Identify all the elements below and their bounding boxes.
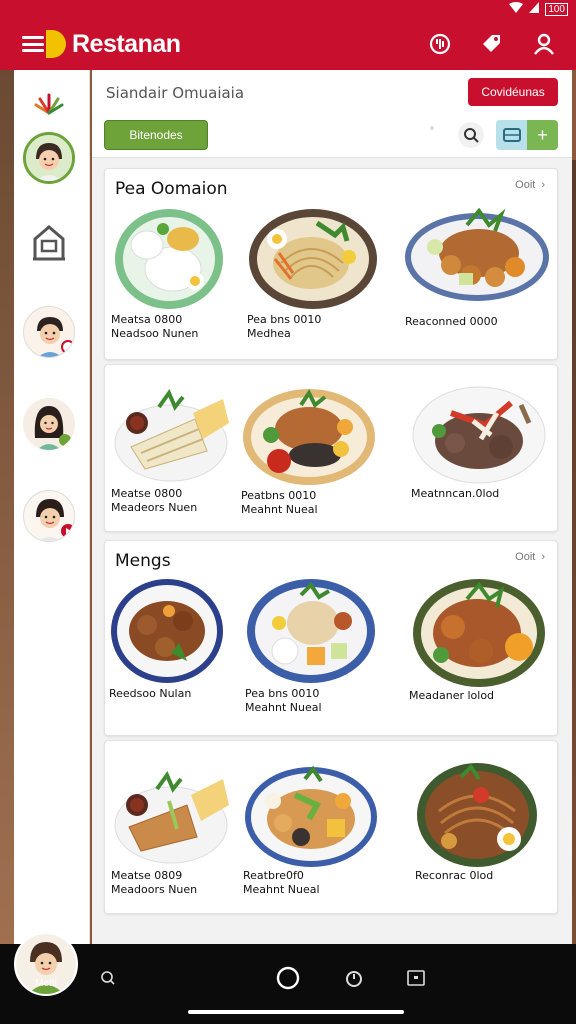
dish-subtitle: Meadeors Nuen xyxy=(111,501,198,514)
dish-name: Pea bns 0010 xyxy=(247,313,322,326)
home-indicator xyxy=(188,1010,404,1014)
avatar xyxy=(23,398,75,450)
beef-plate-image xyxy=(111,579,223,683)
battery-indicator: 100 xyxy=(545,2,568,16)
sidebar-avatar-girl[interactable] xyxy=(21,396,77,452)
see-more-label: Ooit xyxy=(515,179,536,191)
main-content: Siandair Omuaiaia Covidéunas Bitenodes °… xyxy=(92,70,572,944)
appbar-actions xyxy=(426,30,558,58)
section-card: Mengs Ooit › Reedsoo Nulan Pea bns 0010 … xyxy=(104,540,558,736)
section-title: Mengs xyxy=(115,551,171,571)
view-toggle[interactable]: + xyxy=(496,120,558,150)
app-title: Restanan xyxy=(72,29,181,58)
dish-item[interactable]: Peatbns 0010 Meahnt Nueal xyxy=(241,383,381,517)
dish-item[interactable]: Reconrac 0lod xyxy=(415,761,555,883)
add-icon[interactable]: + xyxy=(527,120,558,150)
chicken-plate-image xyxy=(405,207,549,301)
profile-avatar[interactable]: Metti xyxy=(14,932,78,996)
dish-subtitle: Meadoors Nuen xyxy=(111,883,198,896)
dish-item[interactable]: Meadaner lolod xyxy=(409,577,555,703)
dish-item[interactable]: Meatse 0809 Meadoors Nuen xyxy=(111,761,251,897)
bottom-navigation: Metti xyxy=(0,932,576,1024)
stirfry-plate-image xyxy=(412,386,546,484)
meat-plate-image xyxy=(243,389,375,485)
dish-subtitle: Meahnt Nueal xyxy=(243,883,320,896)
dish-item[interactable]: Pea bns 0010 Medhea xyxy=(247,205,387,341)
dish-subtitle: Meahnt Nueal xyxy=(241,503,318,516)
dish-name: Pea bns 0010 xyxy=(245,687,320,700)
brand-logo-icon xyxy=(46,30,66,58)
breadcrumb: Siandair Omuaiaia xyxy=(106,84,245,102)
chevron-right-icon: › xyxy=(541,551,545,563)
store-icon[interactable] xyxy=(21,214,77,270)
see-more-link[interactable]: Ooit › xyxy=(515,551,545,563)
noodle-plate-image xyxy=(249,209,377,309)
wrap-plate-image xyxy=(114,388,229,482)
dish-name: Meatse 0800 xyxy=(111,487,183,500)
dish-item[interactable]: Reatbre0f0 Meahnt Nueal xyxy=(243,761,383,897)
flower-logo-icon[interactable] xyxy=(21,76,77,132)
chevron-right-icon: › xyxy=(541,179,545,191)
sidebar-avatar-woman[interactable] xyxy=(21,130,77,186)
section-card: Meatse 0809 Meadoors Nuen Reatbre0f0 Mea… xyxy=(104,740,558,914)
dish-subtitle: Neadsoo Nunen xyxy=(111,327,199,340)
user-icon[interactable] xyxy=(530,30,558,58)
curry-plate-image xyxy=(413,579,545,687)
dish-item[interactable]: Pea bns 0010 Meahnt Nueal xyxy=(245,577,385,715)
rice-bowl-image xyxy=(247,579,375,683)
section-card: Meatse 0800 Meadeors Nuen Peatbns 0010 M… xyxy=(104,364,558,532)
avatar xyxy=(23,132,75,184)
rice-plate-image xyxy=(115,209,223,309)
search-icon[interactable] xyxy=(94,964,122,992)
dish-name: Reatbre0f0 xyxy=(243,869,304,882)
toolbar: Siandair Omuaiaia Covidéunas Bitenodes °… xyxy=(92,70,572,158)
dish-item[interactable]: Meatsa 0800 Neadsoo Nunen xyxy=(111,205,251,341)
mixed-plate-image xyxy=(245,765,377,867)
tablet-icon[interactable] xyxy=(402,964,430,992)
section-title: Pea Oomaion xyxy=(115,179,228,199)
dish-name: Reconrac 0lod xyxy=(415,869,494,882)
timer-icon[interactable] xyxy=(340,964,368,992)
wrap-plate-image xyxy=(114,770,229,864)
see-more-label: Ooit xyxy=(515,551,536,563)
dish-name: Meatnncan.0lod xyxy=(411,487,500,500)
signal-icon xyxy=(529,2,540,16)
grid-view-icon[interactable] xyxy=(496,120,527,150)
sidebar-avatar-man[interactable] xyxy=(21,304,77,360)
see-more-link[interactable]: Ooit › xyxy=(515,179,545,191)
app-bar: Restanan xyxy=(0,18,576,70)
wifi-icon xyxy=(509,2,524,16)
tag-icon[interactable] xyxy=(478,30,506,58)
hamburger-menu-icon[interactable] xyxy=(22,36,44,52)
sidebar xyxy=(14,70,90,944)
avatar-label: Metti xyxy=(35,978,57,989)
status-icons: 100 xyxy=(509,2,568,16)
dish-subtitle: Medhea xyxy=(247,327,291,340)
filter-button[interactable]: Bitenodes xyxy=(104,120,208,150)
noodle-bowl-image xyxy=(417,763,537,867)
section-card: Pea Oomaion Ooit › Meatsa 0800 Neadsoo N… xyxy=(104,168,558,360)
dish-name: Meatsa 0800 xyxy=(111,313,183,326)
dish-name: Reaconned 0000 xyxy=(405,315,498,328)
dish-item[interactable]: Meatnncan.0lod xyxy=(411,383,551,501)
home-icon[interactable] xyxy=(274,964,302,992)
toolbar-indicator: ° xyxy=(430,126,434,137)
dish-name: Meadaner lolod xyxy=(409,689,495,702)
plate-icon[interactable] xyxy=(426,30,454,58)
dish-name: Peatbns 0010 xyxy=(241,489,317,502)
avatar xyxy=(23,306,75,358)
status-bar: 100 xyxy=(0,0,576,18)
dish-item[interactable]: Reaconned 0000 xyxy=(405,205,555,329)
search-icon[interactable] xyxy=(458,122,484,148)
dish-subtitle: Meahnt Nueal xyxy=(245,701,322,714)
dish-name: Reedsoo Nulan xyxy=(109,687,192,700)
dish-item[interactable]: Meatse 0800 Meadeors Nuen xyxy=(111,383,251,515)
dish-item[interactable]: Reedsoo Nulan xyxy=(109,577,249,701)
background-left xyxy=(0,70,14,950)
dish-name: Meatse 0809 xyxy=(111,869,183,882)
avatar xyxy=(23,490,75,542)
sidebar-avatar-girl-red[interactable] xyxy=(21,488,77,544)
primary-action-button[interactable]: Covidéunas xyxy=(468,78,558,106)
